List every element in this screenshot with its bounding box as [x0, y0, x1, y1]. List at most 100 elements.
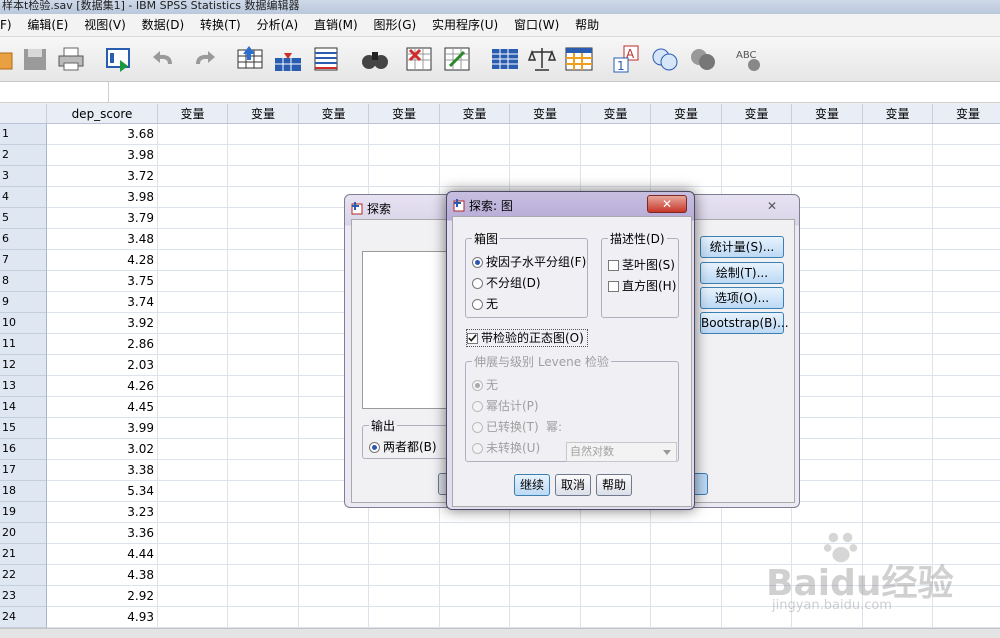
dep-score-cell[interactable]: 2.92 — [47, 586, 158, 607]
column-header-variable[interactable]: 变量 — [440, 104, 510, 124]
row-header[interactable]: 18 — [0, 481, 47, 502]
row-header[interactable]: 2 — [0, 145, 47, 166]
empty-cell[interactable] — [933, 397, 1000, 418]
empty-cell[interactable] — [228, 334, 299, 355]
insert-variable-icon[interactable] — [442, 44, 472, 74]
undo-icon[interactable] — [150, 44, 180, 74]
row-header[interactable]: 5 — [0, 208, 47, 229]
row-header[interactable]: 12 — [0, 355, 47, 376]
row-header[interactable]: 24 — [0, 607, 47, 628]
empty-cell[interactable] — [440, 145, 510, 166]
row-header[interactable]: 14 — [0, 397, 47, 418]
menu-graphs[interactable]: 图形(G) — [368, 14, 423, 36]
show-sets-icon[interactable] — [688, 44, 718, 74]
empty-cell[interactable] — [933, 460, 1000, 481]
recall-dialog-icon[interactable] — [104, 44, 134, 74]
empty-cell[interactable] — [792, 166, 863, 187]
row-header[interactable]: 22 — [0, 565, 47, 586]
column-header-variable[interactable]: 变量 — [369, 104, 440, 124]
empty-cell[interactable] — [228, 502, 299, 523]
dep-score-cell[interactable]: 4.45 — [47, 397, 158, 418]
empty-cell[interactable] — [228, 544, 299, 565]
empty-cell[interactable] — [722, 145, 792, 166]
power-select[interactable]: 自然对数 — [566, 442, 677, 462]
empty-cell[interactable] — [933, 418, 1000, 439]
menu-analyze[interactable]: 分析(A) — [251, 14, 305, 36]
menu-data[interactable]: 数据(D) — [136, 14, 191, 36]
empty-cell[interactable] — [863, 229, 933, 250]
dep-score-cell[interactable]: 3.92 — [47, 313, 158, 334]
row-header[interactable]: 8 — [0, 271, 47, 292]
empty-cell[interactable] — [158, 271, 228, 292]
empty-cell[interactable] — [158, 586, 228, 607]
dep-score-cell[interactable]: 3.38 — [47, 460, 158, 481]
dep-score-cell[interactable]: 3.79 — [47, 208, 158, 229]
empty-cell[interactable] — [863, 460, 933, 481]
empty-cell[interactable] — [722, 166, 792, 187]
empty-cell[interactable] — [863, 187, 933, 208]
empty-cell[interactable] — [863, 502, 933, 523]
empty-cell[interactable] — [299, 565, 369, 586]
empty-cell[interactable] — [792, 439, 863, 460]
empty-cell[interactable] — [581, 124, 651, 145]
empty-cell[interactable] — [440, 523, 510, 544]
empty-cell[interactable] — [299, 523, 369, 544]
value-labels-icon[interactable]: A1 — [612, 44, 642, 74]
levene-none-radio[interactable]: 无 — [472, 377, 498, 393]
empty-cell[interactable] — [933, 124, 1000, 145]
empty-cell[interactable] — [792, 502, 863, 523]
dep-score-cell[interactable]: 3.75 — [47, 271, 158, 292]
factor-levels-radio[interactable]: 按因子水平分组(F) — [472, 254, 586, 270]
empty-cell[interactable] — [863, 376, 933, 397]
empty-cell[interactable] — [440, 565, 510, 586]
empty-cell[interactable] — [792, 418, 863, 439]
plots-button[interactable]: 绘制(T)... — [700, 262, 784, 284]
menu-direct-marketing[interactable]: 直销(M) — [308, 14, 364, 36]
empty-cell[interactable] — [792, 145, 863, 166]
row-header[interactable]: 13 — [0, 376, 47, 397]
menu-window[interactable]: 窗口(W) — [508, 14, 565, 36]
empty-cell[interactable] — [863, 145, 933, 166]
empty-cell[interactable] — [651, 607, 722, 628]
empty-cell[interactable] — [863, 292, 933, 313]
row-header[interactable]: 1 — [0, 124, 47, 145]
empty-cell[interactable] — [863, 439, 933, 460]
dependent-list[interactable] — [362, 251, 454, 409]
column-header-variable[interactable]: 变量 — [863, 104, 933, 124]
row-header[interactable]: 10 — [0, 313, 47, 334]
dep-score-cell[interactable]: 4.28 — [47, 250, 158, 271]
empty-cell[interactable] — [228, 565, 299, 586]
cancel-button[interactable]: 取消 — [555, 474, 591, 496]
empty-cell[interactable] — [228, 250, 299, 271]
empty-cell[interactable] — [228, 208, 299, 229]
empty-cell[interactable] — [792, 460, 863, 481]
dep-score-cell[interactable]: 3.23 — [47, 502, 158, 523]
empty-cell[interactable] — [158, 565, 228, 586]
empty-cell[interactable] — [863, 166, 933, 187]
empty-cell[interactable] — [440, 544, 510, 565]
empty-cell[interactable] — [792, 229, 863, 250]
empty-cell[interactable] — [651, 145, 722, 166]
menu-view[interactable]: 视图(V) — [78, 14, 132, 36]
column-header-variable[interactable]: 变量 — [158, 104, 228, 124]
empty-cell[interactable] — [651, 166, 722, 187]
empty-cell[interactable] — [228, 187, 299, 208]
column-header-variable[interactable]: 变量 — [510, 104, 581, 124]
explore-close-icon[interactable]: ✕ — [755, 197, 789, 215]
empty-cell[interactable] — [792, 481, 863, 502]
empty-cell[interactable] — [722, 124, 792, 145]
empty-cell[interactable] — [792, 187, 863, 208]
row-header[interactable]: 17 — [0, 460, 47, 481]
empty-cell[interactable] — [299, 544, 369, 565]
empty-cell[interactable] — [158, 208, 228, 229]
dep-score-cell[interactable]: 3.36 — [47, 523, 158, 544]
empty-cell[interactable] — [792, 124, 863, 145]
empty-cell[interactable] — [299, 607, 369, 628]
empty-cell[interactable] — [863, 334, 933, 355]
empty-cell[interactable] — [369, 586, 440, 607]
empty-cell[interactable] — [228, 376, 299, 397]
empty-cell[interactable] — [158, 523, 228, 544]
spelling-icon[interactable]: ABC — [734, 44, 764, 74]
empty-cell[interactable] — [933, 250, 1000, 271]
empty-cell[interactable] — [158, 229, 228, 250]
